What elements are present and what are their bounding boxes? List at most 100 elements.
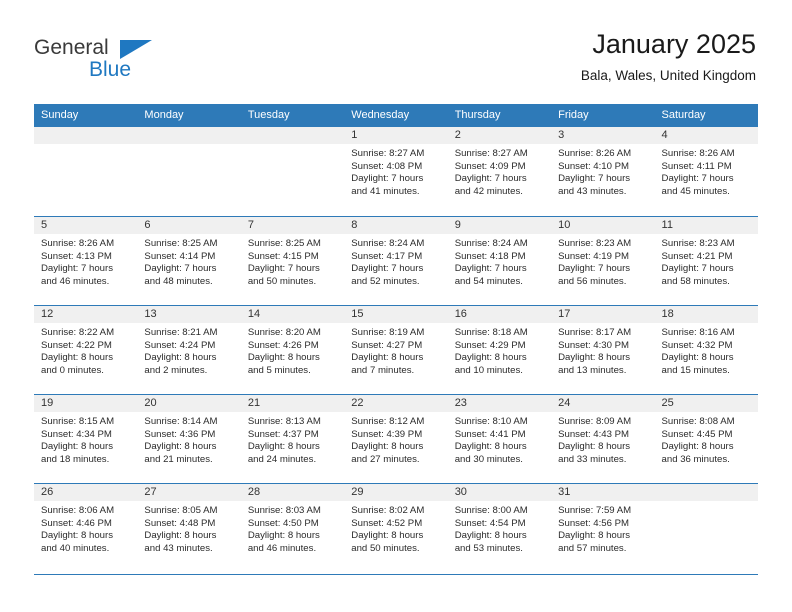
day-number: 20 [137, 395, 241, 412]
sunrise-text: Sunrise: 8:12 AM [351, 416, 425, 427]
sunset-text: Sunset: 4:11 PM [661, 160, 732, 172]
sunrise-text: Sunrise: 8:16 AM [661, 327, 735, 338]
day-number: 14 [240, 306, 345, 323]
daylight-text-line1: Daylight: 8 hours [351, 441, 424, 453]
sunset-text: Sunset: 4:41 PM [454, 428, 526, 440]
daylight-text-line2: and 40 minutes. [41, 542, 110, 554]
daylight-text-line2: and 10 minutes. [454, 364, 523, 376]
sunrise-text: Sunrise: 8:23 AM [558, 238, 632, 249]
daylight-text-line1: Daylight: 8 hours [41, 441, 113, 453]
day-cell[interactable]: 18 Sunrise: 8:16 AM Sunset: 4:32 PM Dayligh… [654, 306, 758, 394]
daylight-text-line2: and 50 minutes. [247, 275, 317, 287]
day-sun-info: Sunrise: 8:23 AM Sunset: 4:21 PM Daylight:… [655, 234, 758, 288]
day-cell[interactable]: 10 Sunrise: 8:23 AM Sunset: 4:19 PM Dayligh… [551, 217, 655, 305]
logo-text-blue: Blue [89, 58, 132, 81]
day-cell[interactable]: 6 Sunrise: 8:25 AM Sunset: 4:14 PM Daylight… [137, 217, 241, 305]
page-header: General Blue January 2025 Bala, Wales, U… [0, 0, 792, 100]
page-title: January 2025 [592, 29, 756, 59]
day-cell[interactable]: 1 Sunrise: 8:27 AM Sunset: 4:08 PM Daylight… [344, 127, 448, 216]
general-blue-logo[interactable]: General Blue [34, 36, 164, 84]
day-cell[interactable]: 5 Sunrise: 8:26 AM Sunset: 4:13 PM Daylight… [34, 217, 138, 305]
day-number: 26 [34, 484, 138, 501]
day-cell[interactable]: 7 Sunrise: 8:25 AM Sunset: 4:15 PM Daylight… [240, 217, 345, 305]
day-sun-info: Sunrise: 8:22 AM Sunset: 4:22 PM Daylight:… [34, 323, 137, 377]
sunset-text: Sunset: 4:45 PM [661, 428, 733, 440]
sunrise-text: Sunrise: 8:26 AM [41, 238, 115, 249]
day-cell[interactable]: 29 Sunrise: 8:02 AM Sunset: 4:52 PM Dayligh… [344, 484, 448, 572]
day-number: 11 [654, 217, 758, 234]
day-cell[interactable]: 26 Sunrise: 8:06 AM Sunset: 4:46 PM Dayligh… [34, 484, 138, 572]
day-sun-info: Sunrise: 8:08 AM Sunset: 4:45 PM Daylight:… [655, 412, 758, 466]
day-cell[interactable]: 27 Sunrise: 8:05 AM Sunset: 4:48 PM Dayligh… [137, 484, 241, 572]
day-cell[interactable]: 2 Sunrise: 8:27 AM Sunset: 4:09 PM Daylight… [447, 127, 552, 216]
day-cell[interactable]: 16 Sunrise: 8:18 AM Sunset: 4:29 PM Dayligh… [447, 306, 552, 394]
day-cell[interactable]: 23 Sunrise: 8:10 AM Sunset: 4:41 PM Dayligh… [447, 395, 552, 483]
daylight-text-line1: Daylight: 8 hours [661, 352, 734, 364]
week-row: 1 Sunrise: 8:27 AM Sunset: 4:08 PM Daylight… [34, 127, 758, 216]
daylight-text-line2: and 21 minutes. [144, 453, 213, 465]
daylight-text-line2: and 46 minutes. [247, 542, 317, 554]
day-cell[interactable]: 8 Sunrise: 8:24 AM Sunset: 4:17 PM Daylight… [344, 217, 448, 305]
sunset-text: Sunset: 4:15 PM [247, 250, 319, 262]
sunrise-text: Sunrise: 8:24 AM [351, 238, 425, 249]
day-cell[interactable]: 25 Sunrise: 8:08 AM Sunset: 4:45 PM Dayligh… [654, 395, 758, 483]
daylight-text-line1: Daylight: 8 hours [558, 530, 631, 542]
day-cell-empty [240, 127, 345, 216]
day-cell[interactable]: 30 Sunrise: 8:00 AM Sunset: 4:54 PM Dayligh… [447, 484, 552, 572]
day-cell[interactable]: 31 Sunrise: 7:59 AM Sunset: 4:56 PM Dayligh… [551, 484, 655, 572]
week-row: 12 Sunrise: 8:22 AM Sunset: 4:22 PM Dayligh… [34, 305, 758, 394]
sunset-text: Sunset: 4:29 PM [454, 339, 526, 351]
day-cell[interactable]: 22 Sunrise: 8:12 AM Sunset: 4:39 PM Dayligh… [344, 395, 448, 483]
day-number: 30 [447, 484, 552, 501]
day-sun-info: Sunrise: 8:12 AM Sunset: 4:39 PM Daylight:… [344, 412, 447, 466]
daylight-text-line1: Daylight: 8 hours [144, 352, 217, 364]
day-cell-empty [654, 484, 758, 572]
day-number: 19 [34, 395, 138, 412]
page-subtitle: Bala, Wales, United Kingdom [580, 68, 756, 83]
daylight-text-line1: Daylight: 8 hours [144, 441, 217, 453]
daylight-text-line2: and 42 minutes. [454, 185, 523, 197]
daylight-text-line2: and 43 minutes. [558, 185, 627, 197]
sunrise-text: Sunrise: 8:09 AM [558, 416, 632, 427]
day-cell[interactable]: 9 Sunrise: 8:24 AM Sunset: 4:18 PM Daylight… [447, 217, 552, 305]
day-cell[interactable]: 14 Sunrise: 8:20 AM Sunset: 4:26 PM Dayligh… [240, 306, 345, 394]
day-number: 28 [240, 484, 345, 501]
daylight-text-line2: and 45 minutes. [661, 185, 730, 197]
sunset-text: Sunset: 4:46 PM [41, 517, 112, 529]
daylight-text-line1: Daylight: 7 hours [247, 263, 320, 275]
sunrise-text: Sunrise: 8:20 AM [247, 327, 321, 338]
day-cell[interactable]: 3 Sunrise: 8:26 AM Sunset: 4:10 PM Daylight… [551, 127, 655, 216]
sunset-text: Sunset: 4:52 PM [351, 517, 423, 529]
sunrise-text: Sunrise: 8:26 AM [661, 148, 735, 159]
day-sun-info: Sunrise: 8:27 AM Sunset: 4:09 PM Daylight:… [448, 144, 551, 198]
day-cell[interactable]: 17 Sunrise: 8:17 AM Sunset: 4:30 PM Dayligh… [551, 306, 655, 394]
day-sun-info: Sunrise: 8:19 AM Sunset: 4:27 PM Daylight:… [344, 323, 447, 377]
day-cell[interactable]: 28 Sunrise: 8:03 AM Sunset: 4:50 PM Dayligh… [240, 484, 345, 572]
day-sun-info: Sunrise: 8:18 AM Sunset: 4:29 PM Daylight:… [448, 323, 551, 377]
daylight-text-line2: and 50 minutes. [351, 542, 420, 554]
day-sun-info: Sunrise: 8:26 AM Sunset: 4:11 PM Daylight:… [655, 144, 758, 198]
daylight-text-line2: and 48 minutes. [144, 275, 213, 287]
daylight-text-line2: and 41 minutes. [351, 185, 420, 197]
day-cell[interactable]: 19 Sunrise: 8:15 AM Sunset: 4:34 PM Dayligh… [34, 395, 138, 483]
calendar-weeks: 1 Sunrise: 8:27 AM Sunset: 4:08 PM Daylight… [34, 127, 758, 572]
day-cell[interactable]: 11 Sunrise: 8:23 AM Sunset: 4:21 PM Dayligh… [654, 217, 758, 305]
sunrise-text: Sunrise: 8:10 AM [454, 416, 528, 427]
day-cell[interactable]: 15 Sunrise: 8:19 AM Sunset: 4:27 PM Dayligh… [344, 306, 448, 394]
sunrise-text: Sunrise: 8:18 AM [454, 327, 528, 338]
day-cell[interactable]: 4 Sunrise: 8:26 AM Sunset: 4:11 PM Daylight… [654, 127, 758, 216]
daylight-text-line2: and 15 minutes. [661, 364, 730, 376]
day-cell[interactable]: 24 Sunrise: 8:09 AM Sunset: 4:43 PM Dayligh… [551, 395, 655, 483]
daylight-text-line2: and 18 minutes. [41, 453, 110, 465]
weekday-header-monday: Monday [144, 109, 184, 121]
day-number: 31 [551, 484, 655, 501]
day-cell[interactable]: 12 Sunrise: 8:22 AM Sunset: 4:22 PM Dayligh… [34, 306, 138, 394]
sunrise-text: Sunrise: 8:13 AM [247, 416, 321, 427]
sunset-text: Sunset: 4:14 PM [144, 250, 216, 262]
daylight-text-line2: and 24 minutes. [247, 453, 317, 465]
day-cell[interactable]: 20 Sunrise: 8:14 AM Sunset: 4:36 PM Dayligh… [137, 395, 241, 483]
day-cell[interactable]: 21 Sunrise: 8:13 AM Sunset: 4:37 PM Dayligh… [240, 395, 345, 483]
day-sun-info: Sunrise: 8:03 AM Sunset: 4:50 PM Daylight:… [241, 501, 344, 555]
day-number: 6 [137, 217, 241, 234]
day-cell[interactable]: 13 Sunrise: 8:21 AM Sunset: 4:24 PM Dayligh… [137, 306, 241, 394]
